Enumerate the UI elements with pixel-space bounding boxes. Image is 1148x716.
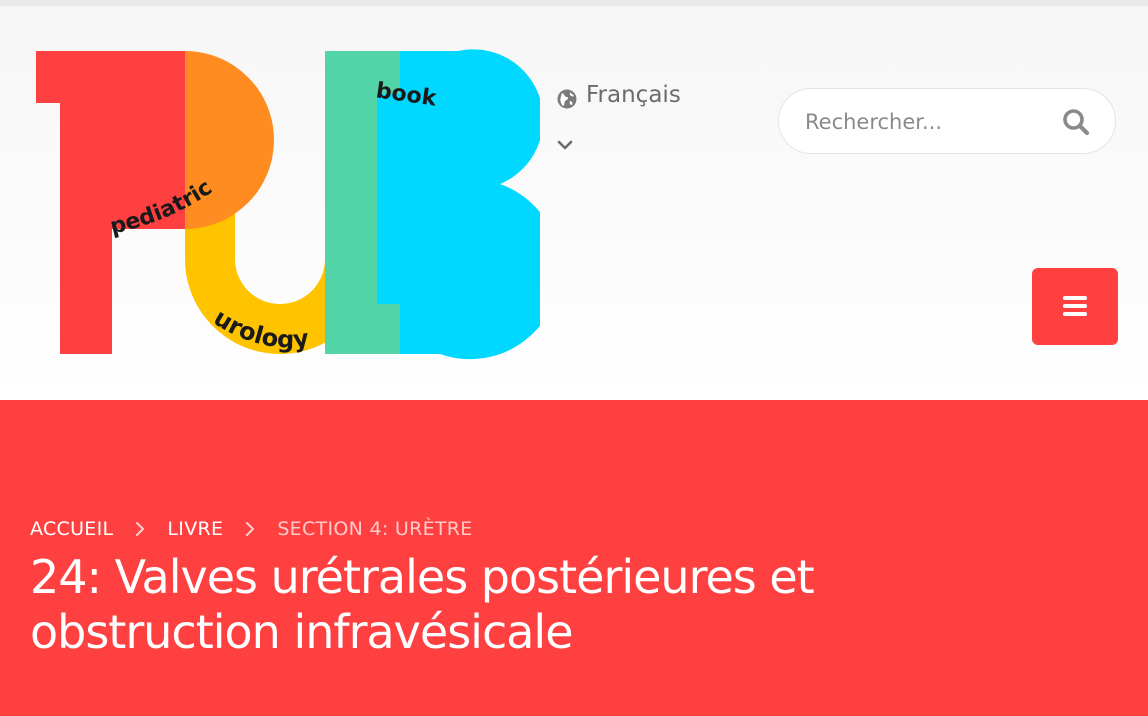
breadcrumb-current: SECTION 4: URÈTRE [277,518,473,540]
page-title: 24: Valves urétrales postérieures et obs… [30,550,815,659]
globe-icon [557,89,577,109]
chevron-right-icon [246,522,255,536]
site-logo[interactable]: pediatric urology book [30,44,540,374]
chevron-down-icon [557,140,573,150]
search-bar [778,88,1116,154]
hamburger-icon [1063,296,1087,316]
breadcrumb: ACCUEIL LIVRE SECTION 4: URÈTRE [30,514,473,544]
menu-button[interactable] [1032,268,1118,345]
language-label: Français [586,82,681,108]
site-header: pediatric urology book Français [0,6,1148,400]
search-input[interactable] [803,103,1047,141]
pub-logo-icon: pediatric urology book [36,49,540,360]
breadcrumb-home[interactable]: ACCUEIL [30,518,113,540]
language-selector[interactable]: Français [556,82,706,162]
page-hero: ACCUEIL LIVRE SECTION 4: URÈTRE 24: Valv… [0,400,1148,716]
chevron-right-icon [136,522,145,536]
search-icon[interactable] [1061,107,1091,137]
breadcrumb-book[interactable]: LIVRE [167,518,223,540]
